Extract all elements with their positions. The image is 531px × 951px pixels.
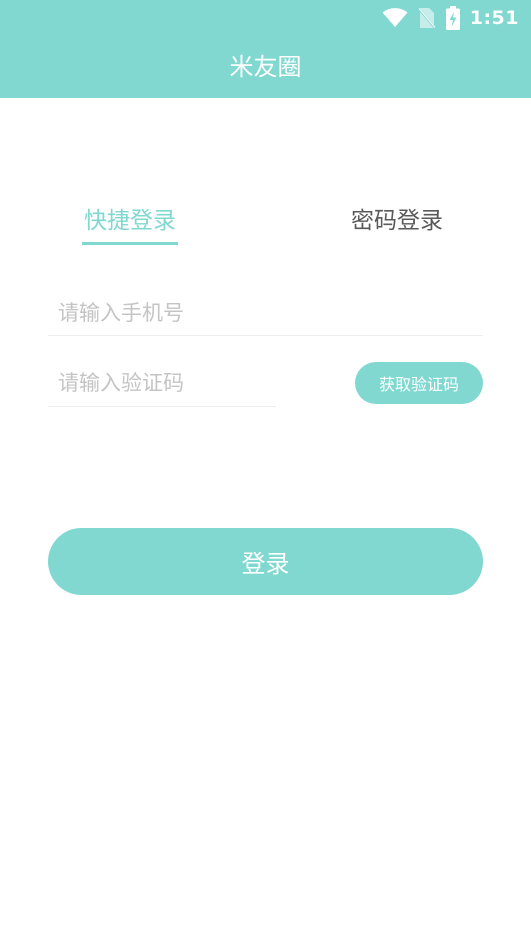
status-bar: 1:51 <box>0 0 531 36</box>
tab-password-login[interactable]: 密码登录 <box>351 200 443 242</box>
phone-input[interactable] <box>48 290 483 336</box>
battery-charging-icon <box>445 6 460 30</box>
login-button[interactable]: 登录 <box>48 528 483 595</box>
wifi-icon <box>382 8 408 27</box>
no-sim-icon <box>417 8 436 29</box>
login-tabs: 快捷登录 密码登录 <box>0 200 531 250</box>
status-icons: 1:51 <box>382 4 519 32</box>
status-time: 1:51 <box>469 7 519 29</box>
tab-quick-login[interactable]: 快捷登录 <box>82 200 178 245</box>
get-code-button[interactable]: 获取验证码 <box>355 362 483 404</box>
app-header: 1:51 米友圈 <box>0 0 531 98</box>
page-title: 米友圈 <box>229 53 302 81</box>
verification-code-input[interactable] <box>48 360 276 407</box>
